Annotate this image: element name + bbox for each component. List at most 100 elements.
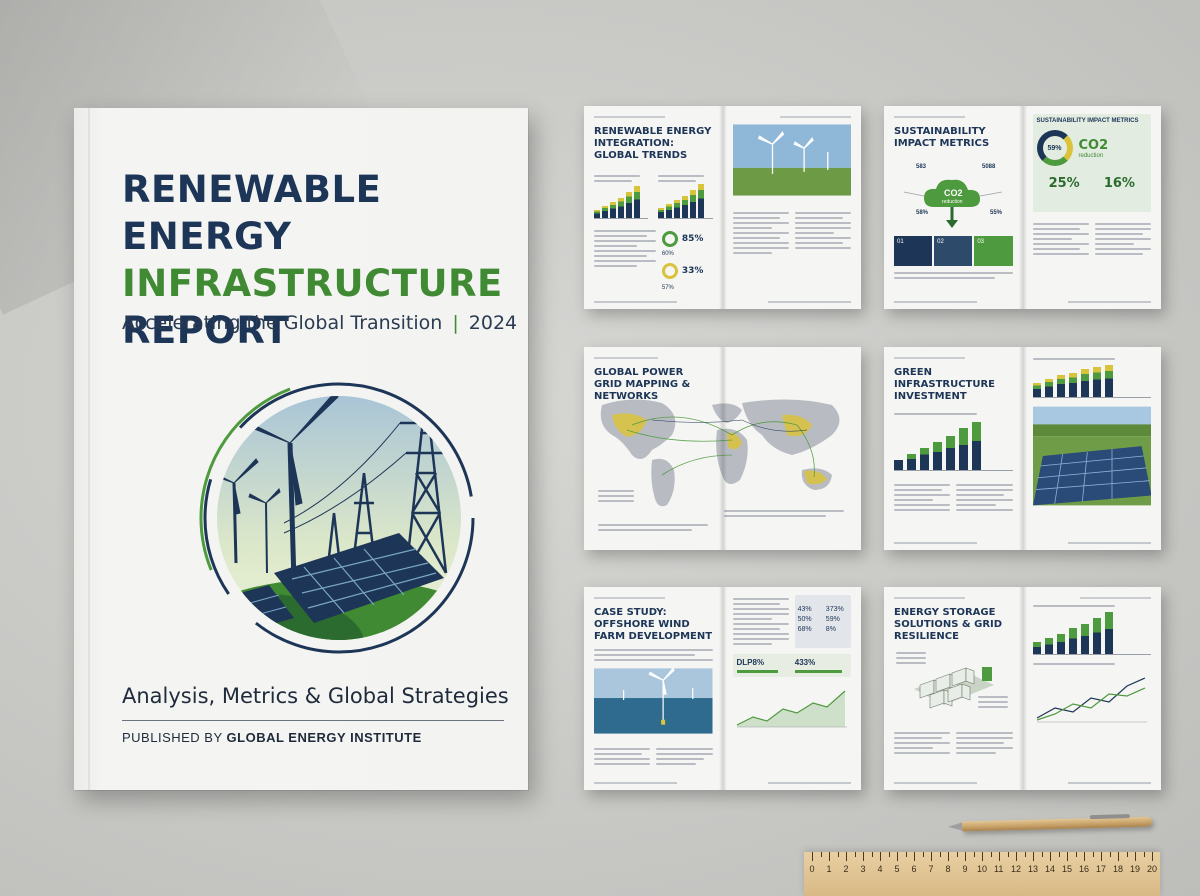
metric-value: 5088 [982, 164, 996, 170]
cover-title-line2: INFRASTRUCTURE [122, 262, 503, 305]
ruler-tick [897, 852, 898, 861]
spread-title: RENEWABLE ENERGY INTEGRATION: GLOBAL TRE… [594, 126, 712, 161]
ruler-tick [990, 852, 992, 857]
ruler-tick [846, 852, 847, 861]
cover-spine [88, 108, 90, 790]
ruler-tick [854, 852, 856, 857]
pen-tip [947, 822, 963, 831]
spread-title: SUSTAINABILITY IMPACT METRICS [894, 126, 990, 149]
publisher-name: GLOBAL ENERGY INSTITUTE [226, 730, 422, 745]
ruler-tick [1050, 852, 1051, 861]
publisher-prefix: PUBLISHED BY [122, 730, 223, 745]
ruler-number: 2 [843, 864, 849, 874]
ruler-tick [939, 852, 941, 857]
ruler-number: 3 [860, 864, 866, 874]
spread-global-trends: RENEWABLE ENERGY INTEGRATION: GLOBAL TRE… [584, 106, 861, 309]
report-cover: RENEWABLE ENERGY INFRASTRUCTURE REPORT A… [74, 108, 528, 790]
stat-value: 85% [681, 234, 704, 244]
ruler-tick [1101, 852, 1102, 861]
pen [947, 814, 1153, 832]
stacked-bar-chart [1032, 364, 1151, 398]
ruler-tick [956, 852, 958, 857]
ruler-tick [1075, 852, 1077, 857]
ruler-number: 4 [877, 864, 883, 874]
spread-title: GREEN INFRASTRUCTURE INVESTMENT [894, 367, 996, 402]
storage-line-chart [1036, 677, 1147, 723]
cover-tagline: Analysis, Metrics & Global Strategies [122, 684, 509, 708]
ruler-tick [880, 852, 881, 861]
ruler-tick [965, 852, 966, 861]
ruler-number: 12 [1011, 864, 1022, 874]
ruler-tick [1067, 852, 1068, 861]
bar-chart [594, 185, 649, 219]
ruler-tick [1118, 852, 1119, 861]
ruler-number: 16 [1079, 864, 1090, 874]
cover-title-line1: RENEWABLE ENERGY [122, 168, 382, 258]
ruler-number: 7 [928, 864, 934, 874]
ruler-tick [1135, 852, 1136, 861]
ruler-tick [812, 852, 813, 861]
wooden-ruler: 0 1 2 3 4 5 6 7 8 9 10 11 12 13 14 15 16 17 18 19 20 [804, 852, 1160, 896]
ruler-number: 15 [1062, 864, 1073, 874]
case-big-stat: DLP8% [736, 658, 765, 667]
ruler-number: 1 [826, 864, 832, 874]
spread-green-investment: GREEN INFRASTRUCTURE INVESTMENT [884, 347, 1161, 550]
ruler-tick [871, 852, 873, 857]
big-stat: 16% [1103, 176, 1135, 191]
ruler-number: 19 [1130, 864, 1141, 874]
cover-subtitle-separator: | [452, 312, 459, 334]
case-stat: 50% [797, 616, 812, 623]
spread-title: CASE STUDY: OFFSHORE WIND FARM DEVELOPME… [594, 607, 713, 642]
big-stat: 25% [1048, 176, 1080, 191]
stat-value: 60% [661, 251, 674, 257]
ruler-number: 5 [894, 864, 900, 874]
ruler-number: 0 [809, 864, 815, 874]
ruler-tick [931, 852, 932, 861]
step-block: 03 [974, 236, 1013, 266]
ruler-number: 17 [1096, 864, 1107, 874]
spread-title: ENERGY STORAGE SOLUTIONS & GRID RESILIEN… [894, 607, 1003, 642]
ruler-tick [922, 852, 924, 857]
ruler-tick [973, 852, 975, 857]
ruler-number: 6 [911, 864, 917, 874]
ruler-number: 8 [945, 864, 951, 874]
ruler-tick [1007, 852, 1009, 857]
ruler-number: 20 [1147, 864, 1158, 874]
step-block: 01 [894, 236, 933, 266]
ruler-tick [948, 852, 949, 861]
ruler-number: 14 [1045, 864, 1056, 874]
area-line-chart [736, 690, 847, 728]
ruler-tick [1041, 852, 1043, 857]
case-stat: 59% [825, 616, 840, 623]
stat-value: 33% [681, 266, 704, 276]
pen-clip [1089, 814, 1130, 820]
metric-value: 58% [916, 210, 929, 216]
ruler-tick [820, 852, 822, 857]
case-stat: 68% [797, 626, 812, 633]
co2-big-label: reduction [1078, 152, 1104, 159]
ruler-tick [905, 852, 907, 857]
panel-title: SUSTAINABILITY IMPACT METRICS [1036, 118, 1139, 124]
solar-farm-photo [1032, 406, 1151, 506]
cover-divider [122, 720, 504, 721]
ruler-tick [837, 852, 839, 857]
co2-big: CO2 [1078, 137, 1109, 153]
ruler-number: 11 [994, 864, 1004, 874]
co2-label: CO2 [944, 188, 963, 198]
spread-sustainability-metrics: SUSTAINABILITY IMPACT METRICS CO2 reduct… [884, 106, 1161, 309]
ruler-tick [1152, 852, 1153, 861]
ruler-number: 10 [977, 864, 988, 874]
cover-subtitle-year: 2024 [468, 312, 518, 334]
investment-bar-chart [894, 421, 1013, 471]
ruler-tick [914, 852, 915, 861]
case-stat: 373% [825, 606, 844, 613]
ruler-tick [1033, 852, 1034, 861]
storage-bar-chart [1032, 611, 1151, 655]
cover-publisher: PUBLISHED BY GLOBAL ENERGY INSTITUTE [122, 730, 422, 745]
ruler-tick [829, 852, 830, 861]
ruler-number: 13 [1028, 864, 1039, 874]
ruler-tick [1143, 852, 1145, 857]
ruler-tick [982, 852, 983, 861]
ruler-tick [1126, 852, 1128, 857]
ruler-tick [1109, 852, 1111, 857]
